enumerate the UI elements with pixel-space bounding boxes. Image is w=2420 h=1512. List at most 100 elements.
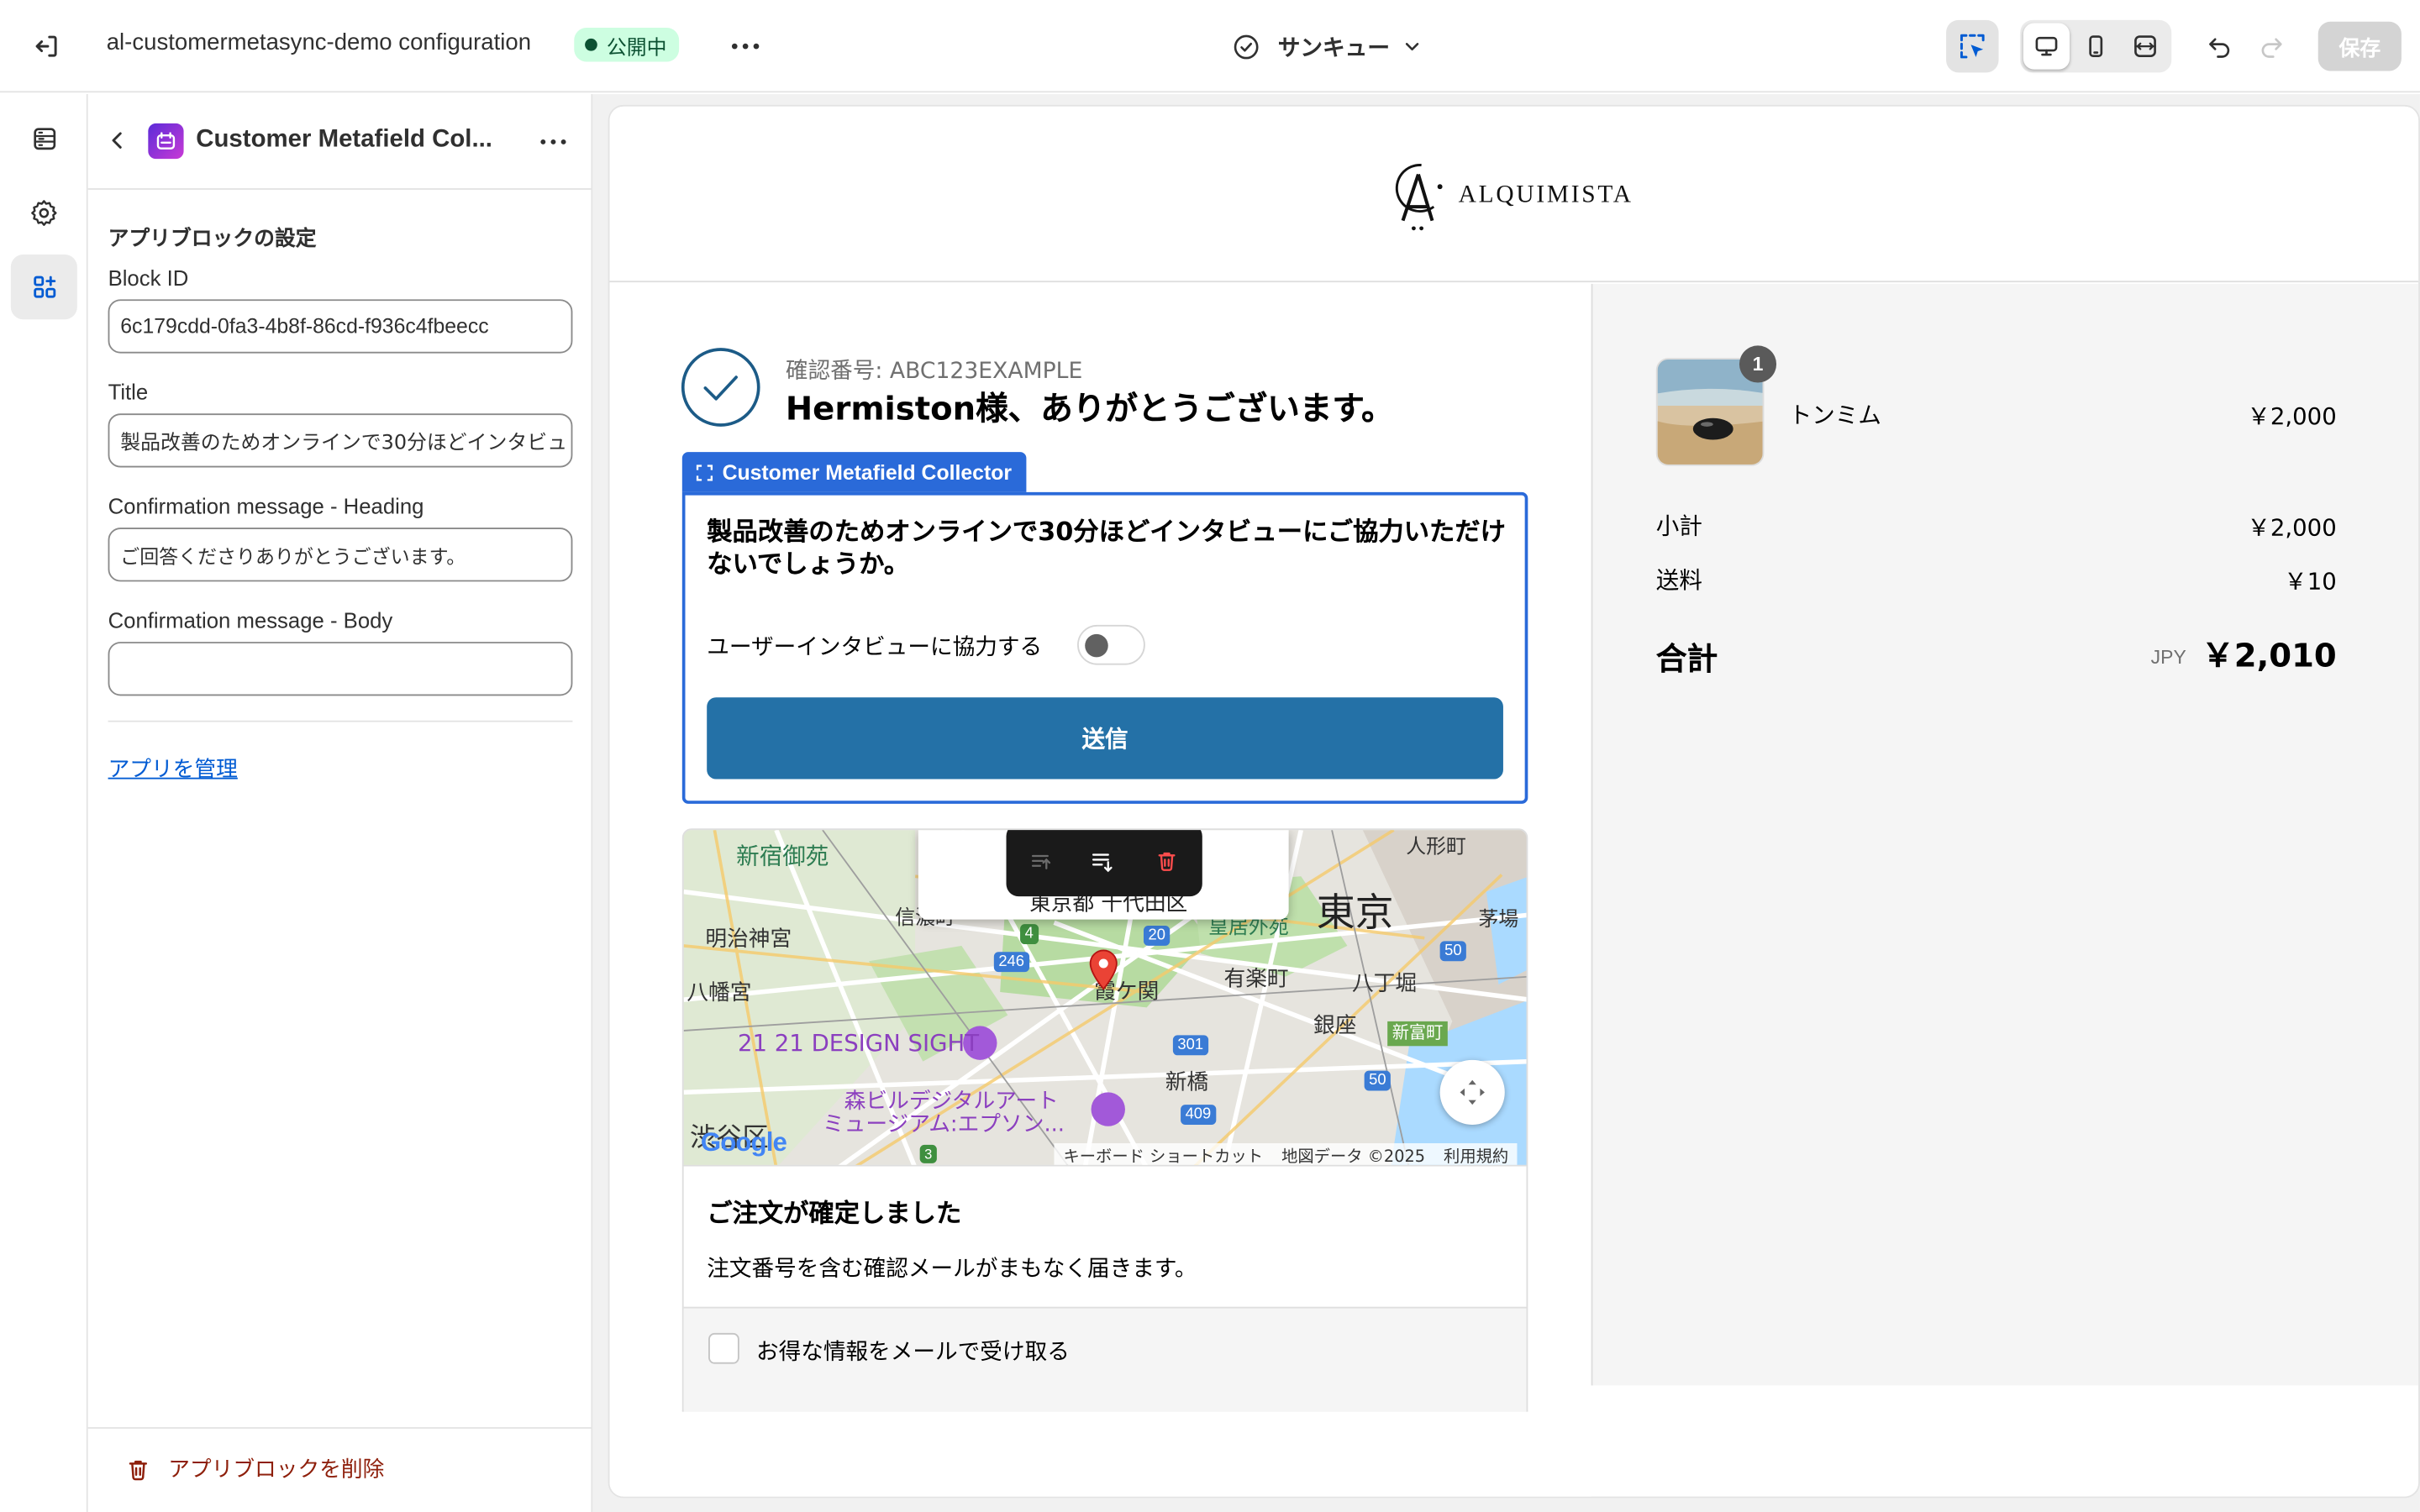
shipping-label: 送料 [1655, 566, 1702, 595]
app-logo-icon [148, 123, 184, 160]
survey-question: 製品改善のためオンラインで30分ほどインタビューにご協力いただけないでしょうか。 [707, 517, 1506, 579]
trash-icon [129, 1459, 148, 1480]
move-up-button[interactable] [1018, 839, 1061, 882]
mobile-view-button[interactable] [2073, 24, 2119, 70]
confirm-heading-input[interactable]: ご回答くださりありがとうございます。 [108, 528, 573, 582]
block-title: Customer Metafield Col... [196, 126, 492, 153]
alquimista-logo-icon [1395, 164, 1443, 231]
route-50-badge: 50 [1364, 1070, 1392, 1091]
status-badge-label: 公開中 [606, 36, 667, 60]
delete-block-button[interactable]: アプリブロックを削除 [125, 1453, 385, 1484]
save-button[interactable]: 保存 [2317, 21, 2402, 71]
fullwidth-view-button[interactable] [2122, 24, 2168, 70]
order-confirmed-card: ご注文が確定しました 注文番号を含む確認メールがまもなく届きます。 お得な情報を… [681, 1166, 1528, 1412]
confirmation-number: 確認番号: ABC123EXAMPLE [785, 359, 1083, 385]
trash-icon [1158, 852, 1176, 871]
gear-icon [31, 199, 57, 226]
thank-you-heading: Hermiston様、ありがとうございます。 [785, 390, 1394, 428]
inspector-button[interactable] [1946, 19, 1999, 73]
map-label-ningyocho: 人形町 [1406, 836, 1466, 860]
editor-rail [0, 94, 88, 1512]
undo-button[interactable] [2197, 24, 2240, 67]
total-currency: JPY [2150, 646, 2186, 669]
location-pin-icon [1088, 949, 1119, 992]
mobile-icon [2089, 35, 2103, 57]
sections-nav-button[interactable] [11, 108, 77, 170]
order-map[interactable]: 新宿御苑 明治神宮 八幡宮 信濃町 21 21 DESIGN SIGHT 森ビル… [681, 828, 1528, 1167]
theme-settings-nav-button[interactable] [11, 181, 77, 242]
app-block-tag-label: Customer Metafield Collector [722, 460, 1013, 484]
route-4-badge: 4 [1020, 924, 1039, 945]
order-summary: 1 トンミム ￥2,000 小計 ￥2,000 送料 ￥10 合計 JPY ￥2… [1591, 283, 2419, 1386]
checkout-preview: ALQUIMISTA 確認番号: ABC123EXAMPLE Hermiston… [608, 104, 2420, 1499]
redo-button[interactable] [2250, 24, 2293, 67]
route-3-badge: 3 [919, 1144, 937, 1163]
page-selector[interactable]: サンキュー [1232, 29, 1421, 63]
store-logo[interactable]: ALQUIMISTA [1387, 159, 1634, 233]
order-confirmed-heading: ご注文が確定しました [707, 1199, 962, 1229]
divider [108, 720, 573, 722]
block-id-input[interactable]: 6c179cdd-0fa3-4b8f-86cd-f936c4fbeecc [108, 299, 573, 354]
check-circle-icon [1234, 34, 1259, 59]
more-actions-button[interactable] [723, 24, 766, 67]
subtotal-label: 小計 [1655, 512, 1702, 540]
undo-icon [2209, 38, 2230, 58]
delete-block-label: アプリブロックを削除 [168, 1457, 385, 1483]
block-select-icon [696, 464, 713, 480]
map-fullscreen-button[interactable] [1439, 1059, 1505, 1125]
block-more-button[interactable] [531, 120, 574, 163]
keyboard-shortcuts-link[interactable]: キーボード ショートカット [1063, 1144, 1263, 1165]
desktop-view-button[interactable] [2023, 23, 2070, 70]
terms-link[interactable]: 利用規約 [1444, 1144, 1508, 1165]
brand-name: ALQUIMISTA [1458, 181, 1634, 208]
remove-block-button[interactable] [1145, 839, 1188, 882]
confirm-body-label: Confirmation message - Body [108, 607, 393, 633]
store-header: ALQUIMISTA [609, 106, 2419, 283]
viewport-toggle-group [2020, 19, 2172, 73]
fullscreen-icon [1460, 1079, 1485, 1105]
order-confirmed-body: 注文番号を含む確認メールがまもなく届きます。 [707, 1257, 1197, 1283]
page-selector-label: サンキュー [1277, 36, 1390, 61]
apps-icon [33, 276, 55, 298]
main-column: 確認番号: ABC123EXAMPLE Hermiston様、ありがとうございま… [609, 283, 1591, 1497]
map-label-design-sight: 21 21 DESIGN SIGHT [737, 1029, 980, 1058]
subtotal-value: ￥2,000 [2247, 513, 2337, 542]
ellipsis-icon [539, 139, 566, 144]
select-cursor-icon [1960, 34, 1985, 59]
newsletter-checkbox[interactable] [708, 1332, 739, 1364]
move-down-icon [1092, 853, 1113, 873]
total-amount: JPY ￥2,010 [2151, 633, 2337, 675]
title-label: Title [108, 379, 149, 405]
interview-toggle[interactable] [1077, 624, 1145, 665]
map-label-tokyo: 東京 [1316, 890, 1394, 936]
top-bar: al-customermetasync-demo configuration 公… [0, 0, 2420, 93]
move-down-button[interactable] [1081, 839, 1123, 882]
exit-icon[interactable] [22, 22, 71, 71]
map-label-hatchobori: 八丁堀 [1351, 972, 1418, 997]
confirm-heading-label: Confirmation message - Heading [108, 493, 424, 519]
confirmed-check-icon [681, 347, 761, 428]
route-50-badge: 50 [1439, 941, 1467, 962]
shipping-value: ￥10 [2284, 567, 2337, 596]
item-name: トンミム [1788, 401, 1881, 429]
manage-app-link[interactable]: アプリを管理 [108, 753, 238, 784]
submit-button[interactable]: 送信 [707, 697, 1503, 780]
toggle-label: ユーザーインタビューに協力する [707, 635, 1043, 661]
total-label: 合計 [1655, 640, 1718, 678]
map-label-mori-2: ミュージアム:エプソン... [822, 1112, 1065, 1137]
map-label-yurakucho: 有楽町 [1223, 967, 1289, 992]
block-id-label: Block ID [108, 265, 189, 291]
map-label-meiji-jingu: 明治神宮 [705, 927, 792, 953]
apps-nav-button[interactable] [10, 255, 77, 320]
map-attribution: キーボード ショートカット 地図データ ©2025 利用規約 [1054, 1142, 1518, 1165]
map-label-ginza: 銀座 [1313, 1013, 1357, 1039]
back-button[interactable] [100, 122, 134, 159]
route-409-badge: 409 [1181, 1105, 1216, 1125]
app-title: al-customermetasync-demo configuration [106, 29, 532, 56]
desktop-icon [2035, 36, 2058, 56]
app-block-tag[interactable]: Customer Metafield Collector [681, 452, 1026, 492]
title-input[interactable]: 製品改善のためオンラインで30分ほどインタビュ [108, 413, 573, 468]
survey-block: 製品改善のためオンラインで30分ほどインタビューにご協力いただけないでしょうか。… [681, 491, 1528, 804]
confirm-body-input[interactable] [108, 642, 573, 696]
block-settings-panel: Customer Metafield Col... アプリブロックの設定 Blo… [87, 94, 593, 1512]
